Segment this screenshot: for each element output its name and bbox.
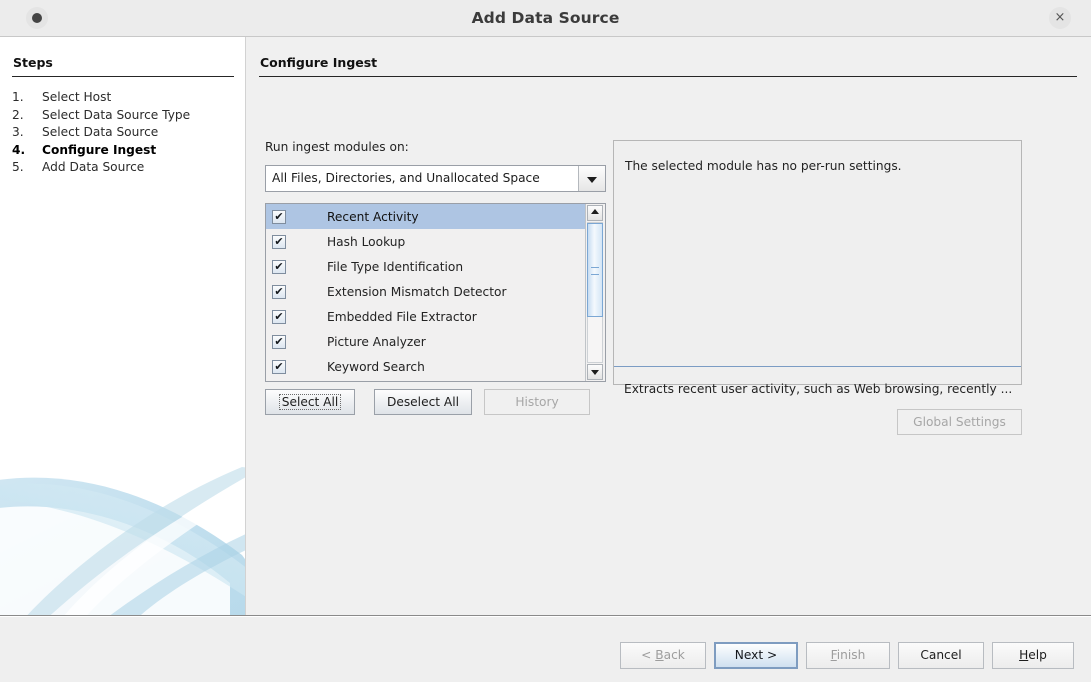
help-mnemonic: H	[1019, 648, 1029, 662]
check-icon: ✔	[274, 359, 284, 373]
help-suffix: elp	[1028, 648, 1047, 662]
title-bar: Add Data Source ×	[0, 0, 1091, 37]
step-item-1: 1. Select Host	[12, 89, 242, 107]
step-label: Configure Ingest	[42, 142, 157, 157]
step-number: 1.	[12, 90, 24, 104]
list-item[interactable]: ✔ Keyword Search	[266, 354, 585, 379]
step-number: 3.	[12, 125, 24, 139]
module-label: Extension Mismatch Detector	[327, 284, 507, 299]
scrollbar-thumb[interactable]	[587, 223, 603, 317]
module-label: Hash Lookup	[327, 234, 406, 249]
close-icon: ×	[1054, 10, 1066, 25]
close-button[interactable]: ×	[1049, 7, 1071, 29]
step-item-4-current: 4. Configure Ingest	[12, 142, 242, 160]
step-number: 5.	[12, 160, 24, 174]
add-data-source-dialog: Add Data Source × Steps 1. Select Host 2…	[0, 0, 1091, 682]
check-icon: ✔	[274, 334, 284, 348]
back-button[interactable]: < Back	[620, 642, 706, 669]
check-icon: ✔	[274, 209, 284, 223]
scroll-down-arrow-icon[interactable]	[587, 364, 603, 380]
step-number: 2.	[12, 107, 24, 122]
list-item[interactable]: ✔ Picture Analyzer	[266, 329, 585, 354]
select-all-button[interactable]: Select All	[265, 389, 355, 415]
settings-description-divider	[614, 366, 1021, 367]
step-label: Select Data Source Type	[42, 107, 191, 122]
finish-button[interactable]: Finish	[806, 642, 890, 669]
back-suffix: ack	[663, 648, 685, 662]
steps-list: 1. Select Host 2. Select Data Source Typ…	[12, 89, 242, 177]
step-label: Select Data Source	[42, 125, 159, 139]
scroll-up-arrow-icon[interactable]	[587, 205, 603, 221]
step-number: 4.	[12, 142, 26, 157]
list-item[interactable]: ✔ File Type Identification	[266, 254, 585, 279]
module-description-text: Extracts recent user activity, such as W…	[624, 382, 1013, 396]
scrollbar-grip-icon	[591, 267, 599, 275]
ingest-modules-list-body: ✔ Recent Activity ✔ Hash Lookup ✔ File T…	[266, 204, 585, 381]
dialog-footer: < Back Next > Finish Cancel Help	[0, 616, 1091, 682]
checkbox-checked-icon[interactable]: ✔	[272, 334, 286, 349]
module-settings-panel: The selected module has no per-run setti…	[613, 140, 1022, 385]
list-item[interactable]: ✔ Email Parser	[266, 379, 585, 381]
module-label: Picture Analyzer	[327, 334, 426, 349]
page-title-divider	[259, 76, 1077, 77]
check-icon: ✔	[274, 234, 284, 248]
list-item[interactable]: ✔ Embedded File Extractor	[266, 304, 585, 329]
chevron-down-icon[interactable]	[578, 166, 605, 191]
window-title: Add Data Source	[471, 9, 620, 27]
list-item[interactable]: ✔ Hash Lookup	[266, 229, 585, 254]
help-button[interactable]: Help	[992, 642, 1074, 669]
step-label: Select Host	[42, 90, 112, 104]
steps-heading: Steps	[13, 55, 53, 70]
module-label: Embedded File Extractor	[327, 309, 477, 324]
steps-divider	[12, 76, 234, 77]
next-button[interactable]: Next >	[714, 642, 798, 669]
module-label: File Type Identification	[327, 259, 464, 274]
checkbox-checked-icon[interactable]: ✔	[272, 209, 286, 224]
check-icon: ✔	[274, 309, 284, 323]
cancel-button[interactable]: Cancel	[898, 642, 984, 669]
select-all-label: Select All	[278, 394, 342, 410]
run-ingest-modules-label: Run ingest modules on:	[265, 140, 409, 154]
back-mnemonic: B	[655, 648, 664, 662]
global-settings-button[interactable]: Global Settings	[897, 409, 1022, 435]
checkbox-checked-icon[interactable]: ✔	[272, 259, 286, 274]
ingest-scope-value: All Files, Directories, and Unallocated …	[272, 171, 540, 185]
module-label: Keyword Search	[327, 359, 425, 374]
step-item-5: 5. Add Data Source	[12, 159, 242, 177]
step-item-2: 2. Select Data Source Type	[12, 107, 242, 125]
decorative-swoosh-graphic	[0, 467, 245, 615]
step-item-3: 3. Select Data Source	[12, 124, 242, 142]
step-label: Add Data Source	[42, 160, 145, 174]
steps-panel: Steps 1. Select Host 2. Select Data Sour…	[0, 37, 246, 615]
check-icon: ✔	[274, 259, 284, 273]
checkbox-checked-icon[interactable]: ✔	[272, 234, 286, 249]
page-title: Configure Ingest	[260, 55, 378, 70]
checkbox-checked-icon[interactable]: ✔	[272, 359, 286, 374]
back-prefix: <	[641, 648, 656, 662]
history-button[interactable]: History	[484, 389, 590, 415]
checkbox-checked-icon[interactable]: ✔	[272, 284, 286, 299]
list-item[interactable]: ✔ Extension Mismatch Detector	[266, 279, 585, 304]
finish-suffix: inish	[836, 648, 866, 662]
deselect-all-button[interactable]: Deselect All	[374, 389, 472, 415]
ingest-modules-list[interactable]: ✔ Recent Activity ✔ Hash Lookup ✔ File T…	[265, 203, 606, 382]
modules-list-scrollbar[interactable]	[585, 204, 605, 381]
no-per-run-settings-message: The selected module has no per-run setti…	[625, 159, 902, 173]
list-item[interactable]: ✔ Recent Activity	[266, 204, 585, 229]
ingest-scope-dropdown[interactable]: All Files, Directories, and Unallocated …	[265, 165, 606, 192]
configure-ingest-panel: Configure Ingest Run ingest modules on: …	[247, 37, 1091, 615]
check-icon: ✔	[274, 284, 284, 298]
checkbox-checked-icon[interactable]: ✔	[272, 309, 286, 324]
module-label: Recent Activity	[327, 209, 419, 224]
